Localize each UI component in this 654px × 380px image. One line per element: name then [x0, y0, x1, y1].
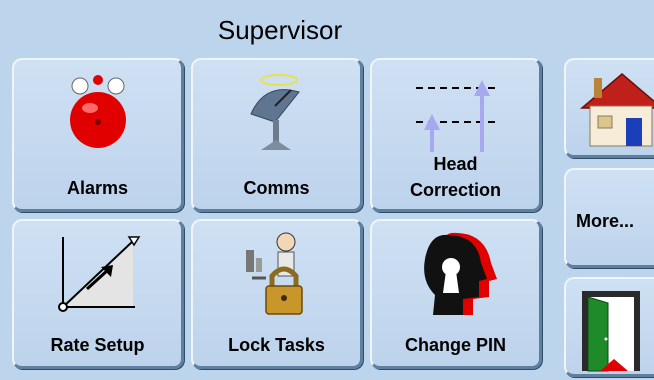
head-correction-button[interactable]: Head Correction	[370, 58, 542, 212]
home-button[interactable]	[564, 58, 654, 158]
rate-setup-label: Rate Setup	[50, 335, 145, 355]
change-pin-label: Change PIN	[404, 335, 506, 355]
more-label: More...	[576, 211, 635, 231]
more-button[interactable]: More...	[564, 168, 654, 268]
alarm-bell-icon	[14, 66, 181, 158]
rate-setup-button[interactable]: Rate Setup	[12, 219, 184, 369]
padlock-icon	[193, 227, 360, 319]
alarms-button[interactable]: Alarms	[12, 58, 184, 212]
lock-tasks-label: Lock Tasks	[228, 335, 325, 355]
alarms-label: Alarms	[66, 178, 129, 198]
head-correction-icon	[372, 66, 539, 158]
lock-tasks-button[interactable]: Lock Tasks	[191, 219, 363, 369]
comms-button[interactable]: Comms	[191, 58, 363, 212]
comms-label: Comms	[243, 178, 310, 198]
exit-door-icon	[578, 287, 654, 380]
rate-graph-icon	[14, 227, 181, 319]
head-correction-label: Head Correction	[409, 154, 501, 200]
change-pin-button[interactable]: Change PIN	[370, 219, 542, 369]
exit-button[interactable]	[564, 277, 654, 377]
satellite-dish-icon	[193, 66, 360, 158]
home-icon	[576, 66, 654, 157]
keyhole-head-icon	[372, 227, 539, 319]
page-title: Supervisor	[217, 15, 343, 45]
